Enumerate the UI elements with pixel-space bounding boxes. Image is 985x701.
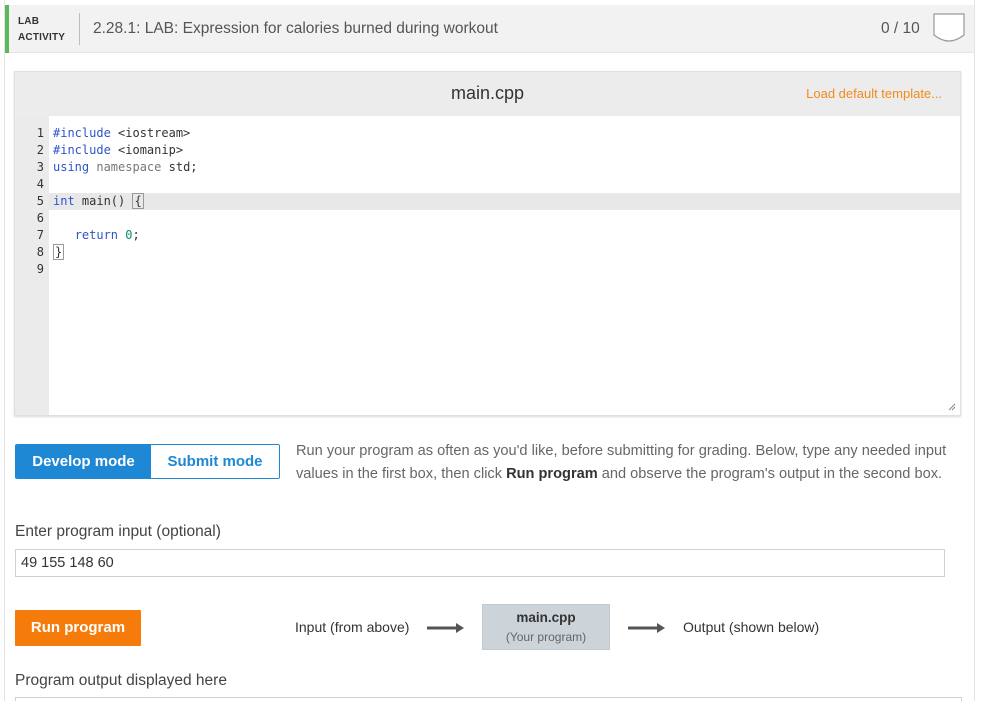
- code-token: 0: [125, 228, 133, 242]
- develop-mode-button[interactable]: Develop mode: [16, 445, 151, 478]
- program-box-name: main.cpp: [516, 610, 576, 625]
- program-output-label: Program output displayed here: [15, 672, 227, 689]
- mode-toggle: Develop mode Submit mode: [15, 444, 280, 479]
- code-editor: main.cpp Load default template... 1 #inc…: [14, 71, 961, 416]
- score-text: 0 / 10: [881, 20, 920, 37]
- code-token: ;: [132, 228, 140, 242]
- code-token: int: [53, 194, 75, 208]
- line-number: 8: [36, 245, 44, 259]
- code-token: main(): [74, 194, 133, 208]
- code-token: #include: [53, 126, 111, 140]
- line-number: 5: [36, 194, 44, 208]
- program-input-label: Enter program input (optional): [15, 523, 221, 540]
- matched-brace: {: [132, 193, 144, 209]
- code-line: 1 #include <iostream>: [37, 125, 960, 142]
- code-token: #include: [53, 143, 111, 157]
- header-divider: [79, 13, 80, 45]
- run-instructions: Run your program as often as you'd like,…: [296, 440, 961, 485]
- line-number: 7: [36, 228, 44, 242]
- instructions-text: and observe the program's output in the …: [597, 465, 943, 482]
- line-number: 2: [36, 143, 44, 157]
- line-number: 1: [36, 126, 44, 140]
- editor-toolbar: main.cpp Load default template...: [15, 72, 960, 116]
- header-accent-bar: [5, 5, 9, 53]
- lab-label-line2: ACTIVITY: [18, 32, 66, 43]
- code-token: namespace: [96, 160, 162, 174]
- lab-header: LAB ACTIVITY 2.28.1: LAB: Expression for…: [5, 5, 974, 53]
- resize-handle-icon[interactable]: [948, 403, 956, 411]
- code-line: 6: [37, 210, 960, 227]
- completion-badge-icon: [933, 13, 965, 42]
- flow-input-label: Input (from above): [295, 619, 410, 635]
- lab-activity-label: LAB ACTIVITY: [18, 14, 65, 46]
- code-text-area[interactable]: 1 #include <iostream> 2 #include <iomani…: [37, 116, 960, 415]
- submit-mode-button[interactable]: Submit mode: [151, 445, 279, 478]
- code-line: 7 return 0;: [37, 227, 960, 244]
- code-token: <iomanip>: [110, 143, 184, 157]
- lab-label-line1: LAB: [18, 16, 40, 27]
- run-program-button[interactable]: Run program: [15, 610, 141, 646]
- code-line: 3 using namespace std;: [37, 159, 960, 176]
- code-token: using: [53, 160, 90, 174]
- line-number: 6: [36, 211, 44, 225]
- code-token: <iostream>: [110, 126, 191, 140]
- code-line: 2 #include <iomanip>: [37, 142, 960, 159]
- program-box: main.cpp (Your program): [482, 604, 610, 650]
- line-number: 3: [36, 160, 44, 174]
- program-box-subtitle: (Your program): [505, 630, 587, 644]
- code-token: return: [74, 228, 119, 242]
- arrow-right-icon: [427, 623, 464, 633]
- code-line-active: 5 int main() {: [37, 193, 960, 210]
- lab-title: 2.28.1: LAB: Expression for calories bur…: [93, 20, 498, 37]
- code-line: 8 }: [37, 244, 960, 261]
- flow-output-label: Output (shown below): [683, 619, 820, 635]
- code-line: 4: [37, 176, 960, 193]
- load-default-template-link[interactable]: Load default template...: [806, 86, 942, 101]
- arrow-right-icon: [628, 623, 665, 633]
- line-number: 9: [36, 262, 44, 276]
- line-number: 4: [36, 177, 44, 191]
- program-output-area: [15, 697, 962, 701]
- matched-brace: }: [53, 244, 65, 260]
- code-line: 9: [37, 261, 960, 278]
- code-token: std;: [161, 160, 198, 174]
- program-input-field[interactable]: [15, 549, 945, 577]
- instructions-bold: Run program: [506, 465, 598, 482]
